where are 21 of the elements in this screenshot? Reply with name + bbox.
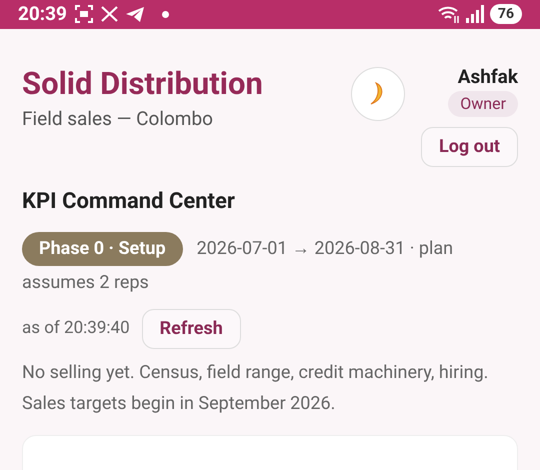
role-badge: Owner: [448, 90, 518, 116]
app-subtitle: Field sales — Colombo: [22, 106, 214, 132]
signal-icon: [466, 5, 484, 24]
as-of-time: as of 20:39:40: [22, 316, 130, 340]
status-time: 20:39: [18, 1, 67, 27]
wifi-icon: [438, 5, 460, 24]
date-range-text: 2026-07-01 → 2026-08-31 · plan: [196, 237, 454, 261]
dot-icon: [162, 10, 169, 18]
battery-level: 76: [490, 4, 522, 24]
x-logo-icon: [100, 6, 118, 22]
user-name: Ashfak: [458, 64, 518, 88]
phase-note: No selling yet. Census, field range, credit machinery, hiring. Sales targets begin in September 2026.: [22, 360, 490, 416]
date-range-text: assumes 2 reps: [22, 270, 149, 294]
section-title: KPI Command Center: [22, 188, 236, 216]
paper-plane-icon: [126, 6, 144, 22]
phase-badge: Phase 0 · Setup: [22, 232, 183, 266]
app-title: Solid Distribution: [22, 64, 263, 102]
theme-toggle-button[interactable]: [351, 66, 405, 120]
logout-button[interactable]: Log out: [421, 126, 518, 166]
screenshot-icon: [74, 5, 93, 24]
refresh-button[interactable]: Refresh: [142, 308, 241, 348]
